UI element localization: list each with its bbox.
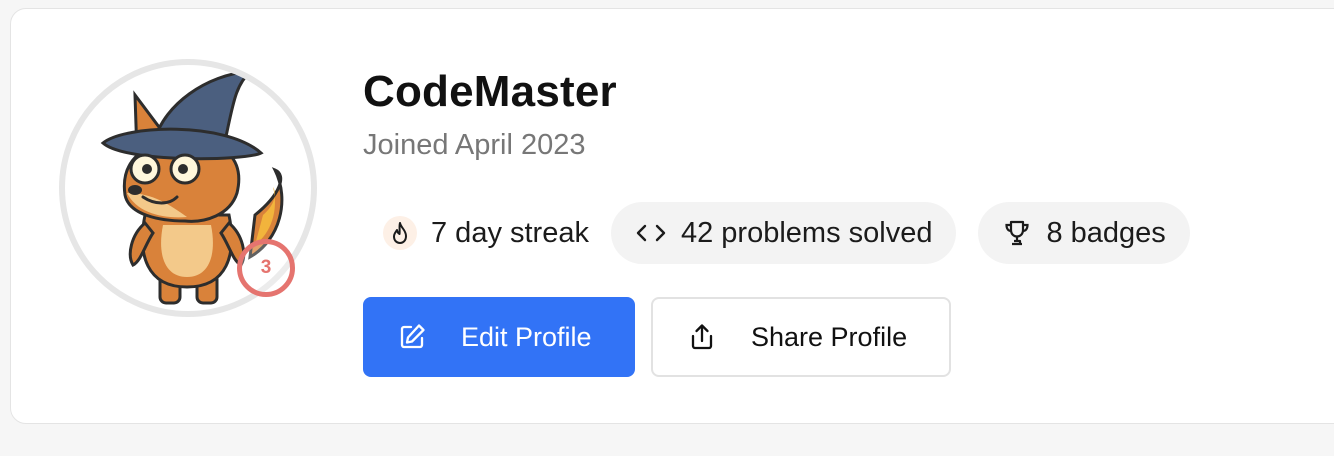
- share-icon: [687, 322, 717, 352]
- streak-label: 7 day streak: [431, 216, 589, 249]
- streak-stat: 7 day streak: [363, 202, 589, 264]
- badges-label: 8 badges: [1046, 216, 1166, 249]
- problems-solved-stat: 42 problems solved: [610, 202, 957, 264]
- problems-solved-label: 42 problems solved: [680, 216, 933, 249]
- username: CodeMaster: [363, 67, 617, 116]
- share-profile-button[interactable]: Share Profile: [651, 297, 951, 377]
- edit-icon: [397, 322, 427, 352]
- share-profile-label: Share Profile: [751, 321, 908, 352]
- edit-profile-button[interactable]: Edit Profile: [363, 297, 635, 377]
- trophy-icon: [1002, 218, 1032, 248]
- flame-icon: [383, 216, 417, 250]
- profile-actions: Edit Profile Share Profile: [363, 297, 951, 377]
- joined-date: Joined April 2023: [363, 129, 586, 161]
- edit-profile-label: Edit Profile: [461, 321, 592, 352]
- code-icon: [635, 221, 667, 245]
- avatar[interactable]: 3: [59, 59, 317, 317]
- level-badge: 3: [237, 239, 295, 297]
- stats-row: 7 day streak 42 problems solved 8 badges: [363, 201, 1190, 265]
- level-number: 3: [260, 257, 272, 278]
- badges-stat: 8 badges: [978, 202, 1190, 264]
- profile-card: 3 CodeMaster Joined April 2023 7 day str…: [10, 8, 1334, 424]
